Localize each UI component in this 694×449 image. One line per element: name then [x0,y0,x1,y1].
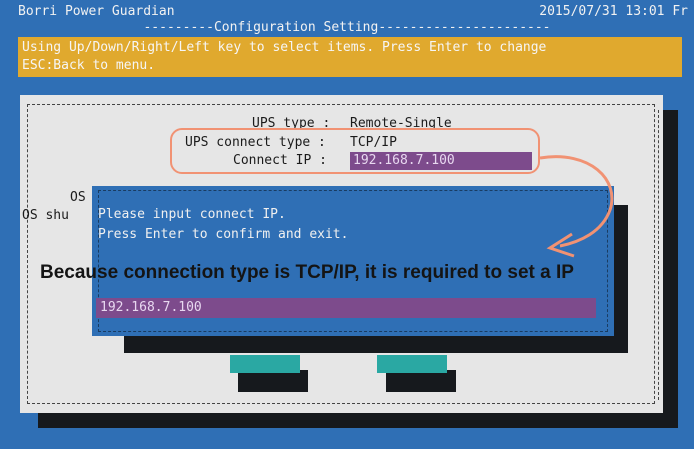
dialog-message-line-2: Press Enter to confirm and exit. [98,227,349,242]
os-label: OS [70,190,86,205]
page-title-text: Configuration Setting [213,20,379,35]
title-bar: Borri Power Guardian 2015/07/31 13:01 Fr [0,0,694,22]
annotation-highlight-box [170,128,540,174]
hint-bar: Using Up/Down/Right/Left key to select i… [18,37,682,77]
ip-input-field[interactable]: 192.168.7.100 [96,298,596,318]
dialog-message-line-1: Please input connect IP. [98,207,286,222]
input-ip-dialog: Please input connect IP. Press Enter to … [92,186,614,336]
annotation-arrow-icon [540,155,614,258]
app-title: Borri Power Guardian [18,4,175,19]
page-title: ---------Configuration Setting----------… [143,20,551,35]
hint-line-2: ESC:Back to menu. [22,58,156,73]
datetime: 2015/07/31 13:01 Fr [539,4,688,19]
cancel-button[interactable] [377,355,447,373]
button-shadow [238,370,308,392]
button-shadow [386,370,456,392]
hint-line-1: Using Up/Down/Right/Left key to select i… [22,40,547,55]
ok-button[interactable] [230,355,300,373]
annotation-text: Because connection type is TCP/IP, it is… [40,262,574,283]
panel-border-right [658,110,659,400]
os-shutdown-label: OS shu [22,208,69,223]
